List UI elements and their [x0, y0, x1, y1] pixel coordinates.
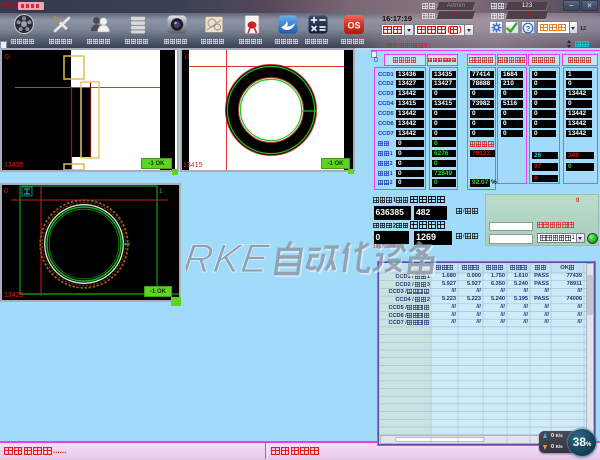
svg-text:?: ?: [526, 23, 531, 32]
svg-text:0: 0: [4, 188, 8, 195]
svg-text:13415: 13415: [183, 162, 203, 169]
svg-text:RKE: RKE: [186, 236, 273, 281]
svg-text:0: 0: [5, 54, 9, 61]
svg-text:13429: 13429: [4, 292, 24, 299]
svg-text:OS: OS: [347, 21, 360, 31]
svg-text:0: 0: [185, 54, 189, 61]
svg-text:13435: 13435: [4, 162, 24, 169]
